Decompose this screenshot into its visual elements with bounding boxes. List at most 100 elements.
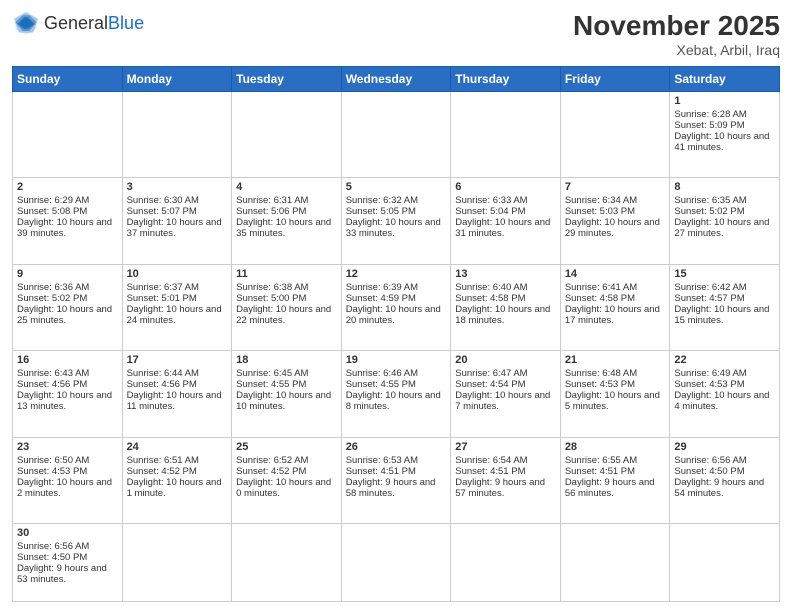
day-number: 18 <box>236 354 337 366</box>
calendar-body: 1Sunrise: 6:28 AMSunset: 5:09 PMDaylight… <box>13 92 780 602</box>
sunrise-text: Sunrise: 6:32 AM <box>346 195 418 206</box>
day-number: 21 <box>565 354 666 366</box>
header: GeneralBlue November 2025 Xebat, Arbil, … <box>12 10 780 58</box>
calendar-cell-2-2: 11Sunrise: 6:38 AMSunset: 5:00 PMDayligh… <box>232 264 342 350</box>
sunset-text: Sunset: 4:56 PM <box>127 379 197 390</box>
sunset-text: Sunset: 4:55 PM <box>236 379 306 390</box>
calendar-cell-2-6: 15Sunrise: 6:42 AMSunset: 4:57 PMDayligh… <box>670 264 780 350</box>
calendar-cell-0-6: 1Sunrise: 6:28 AMSunset: 5:09 PMDaylight… <box>670 92 780 178</box>
day-number: 19 <box>346 354 447 366</box>
calendar-cell-0-2 <box>232 92 342 178</box>
sunrise-text: Sunrise: 6:49 AM <box>674 368 746 379</box>
sunrise-text: Sunrise: 6:50 AM <box>17 455 89 466</box>
sunrise-text: Sunrise: 6:44 AM <box>127 368 199 379</box>
daylight-text: Daylight: 10 hours and 22 minutes. <box>236 304 331 326</box>
sunset-text: Sunset: 5:01 PM <box>127 293 197 304</box>
calendar-cell-4-5: 28Sunrise: 6:55 AMSunset: 4:51 PMDayligh… <box>560 437 670 523</box>
calendar-cell-4-0: 23Sunrise: 6:50 AMSunset: 4:53 PMDayligh… <box>13 437 123 523</box>
calendar-header-row: Sunday Monday Tuesday Wednesday Thursday… <box>13 67 780 92</box>
calendar-week-5: 30Sunrise: 6:56 AMSunset: 4:50 PMDayligh… <box>13 523 780 601</box>
calendar-cell-4-2: 25Sunrise: 6:52 AMSunset: 4:52 PMDayligh… <box>232 437 342 523</box>
calendar-cell-5-2 <box>232 523 342 601</box>
sunset-text: Sunset: 4:53 PM <box>565 379 635 390</box>
sunrise-text: Sunrise: 6:53 AM <box>346 455 418 466</box>
day-number: 13 <box>455 268 556 280</box>
logo-text: GeneralBlue <box>44 14 144 34</box>
sunrise-text: Sunrise: 6:34 AM <box>565 195 637 206</box>
daylight-text: Daylight: 9 hours and 54 minutes. <box>674 477 764 499</box>
calendar-cell-3-6: 22Sunrise: 6:49 AMSunset: 4:53 PMDayligh… <box>670 351 780 437</box>
calendar-cell-4-3: 26Sunrise: 6:53 AMSunset: 4:51 PMDayligh… <box>341 437 451 523</box>
sunset-text: Sunset: 5:05 PM <box>346 206 416 217</box>
daylight-text: Daylight: 10 hours and 33 minutes. <box>346 217 441 239</box>
daylight-text: Daylight: 10 hours and 2 minutes. <box>17 477 112 499</box>
daylight-text: Daylight: 10 hours and 10 minutes. <box>236 390 331 412</box>
daylight-text: Daylight: 10 hours and 11 minutes. <box>127 390 222 412</box>
calendar-cell-2-4: 13Sunrise: 6:40 AMSunset: 4:58 PMDayligh… <box>451 264 561 350</box>
calendar-cell-3-4: 20Sunrise: 6:47 AMSunset: 4:54 PMDayligh… <box>451 351 561 437</box>
daylight-text: Daylight: 10 hours and 41 minutes. <box>674 131 769 153</box>
sunset-text: Sunset: 4:56 PM <box>17 379 87 390</box>
title-block: November 2025 Xebat, Arbil, Iraq <box>573 10 780 58</box>
header-thursday: Thursday <box>451 67 561 92</box>
daylight-text: Daylight: 10 hours and 35 minutes. <box>236 217 331 239</box>
subtitle: Xebat, Arbil, Iraq <box>573 42 780 58</box>
day-number: 22 <box>674 354 775 366</box>
calendar-cell-5-0: 30Sunrise: 6:56 AMSunset: 4:50 PMDayligh… <box>13 523 123 601</box>
sunrise-text: Sunrise: 6:38 AM <box>236 282 308 293</box>
sunset-text: Sunset: 5:08 PM <box>17 206 87 217</box>
sunset-text: Sunset: 4:51 PM <box>455 466 525 477</box>
calendar-cell-3-5: 21Sunrise: 6:48 AMSunset: 4:53 PMDayligh… <box>560 351 670 437</box>
calendar-cell-5-5 <box>560 523 670 601</box>
calendar-week-1: 2Sunrise: 6:29 AMSunset: 5:08 PMDaylight… <box>13 178 780 264</box>
calendar-week-3: 16Sunrise: 6:43 AMSunset: 4:56 PMDayligh… <box>13 351 780 437</box>
daylight-text: Daylight: 9 hours and 57 minutes. <box>455 477 545 499</box>
day-number: 29 <box>674 441 775 453</box>
daylight-text: Daylight: 10 hours and 39 minutes. <box>17 217 112 239</box>
calendar-week-4: 23Sunrise: 6:50 AMSunset: 4:53 PMDayligh… <box>13 437 780 523</box>
sunrise-text: Sunrise: 6:43 AM <box>17 368 89 379</box>
page: GeneralBlue November 2025 Xebat, Arbil, … <box>0 0 792 612</box>
sunrise-text: Sunrise: 6:35 AM <box>674 195 746 206</box>
calendar-cell-4-6: 29Sunrise: 6:56 AMSunset: 4:50 PMDayligh… <box>670 437 780 523</box>
day-number: 17 <box>127 354 228 366</box>
daylight-text: Daylight: 10 hours and 29 minutes. <box>565 217 660 239</box>
calendar-cell-2-1: 10Sunrise: 6:37 AMSunset: 5:01 PMDayligh… <box>122 264 232 350</box>
daylight-text: Daylight: 10 hours and 31 minutes. <box>455 217 550 239</box>
daylight-text: Daylight: 10 hours and 27 minutes. <box>674 217 769 239</box>
day-number: 4 <box>236 181 337 193</box>
day-number: 26 <box>346 441 447 453</box>
day-number: 27 <box>455 441 556 453</box>
daylight-text: Daylight: 10 hours and 8 minutes. <box>346 390 441 412</box>
calendar-cell-0-1 <box>122 92 232 178</box>
sunrise-text: Sunrise: 6:42 AM <box>674 282 746 293</box>
calendar-cell-5-3 <box>341 523 451 601</box>
header-monday: Monday <box>122 67 232 92</box>
calendar-cell-1-3: 5 Sunrise: 6:32 AMSunset: 5:05 PMDaylight… <box>341 178 451 264</box>
sunrise-text: Sunrise: 6:37 AM <box>127 282 199 293</box>
sunrise-text: Sunrise: 6:48 AM <box>565 368 637 379</box>
sunset-text: Sunset: 5:02 PM <box>674 206 744 217</box>
sunrise-text: Sunrise: 6:36 AM <box>17 282 89 293</box>
sunset-text: Sunset: 4:52 PM <box>236 466 306 477</box>
sunrise-text: Sunrise: 6:54 AM <box>455 455 527 466</box>
calendar-cell-1-4: 6Sunrise: 6:33 AMSunset: 5:04 PMDaylight… <box>451 178 561 264</box>
calendar-table: Sunday Monday Tuesday Wednesday Thursday… <box>12 66 780 602</box>
calendar-cell-0-4 <box>451 92 561 178</box>
sunset-text: Sunset: 4:54 PM <box>455 379 525 390</box>
daylight-text: Daylight: 10 hours and 4 minutes. <box>674 390 769 412</box>
sunset-text: Sunset: 5:07 PM <box>127 206 197 217</box>
sunrise-text: Sunrise: 6:39 AM <box>346 282 418 293</box>
sunset-text: Sunset: 4:58 PM <box>565 293 635 304</box>
daylight-text: Daylight: 9 hours and 58 minutes. <box>346 477 436 499</box>
calendar-cell-1-5: 7Sunrise: 6:34 AMSunset: 5:03 PMDaylight… <box>560 178 670 264</box>
day-number: 10 <box>127 268 228 280</box>
calendar-cell-4-4: 27 Sunrise: 6:54 AMSunset: 4:51 PMDayligh… <box>451 437 561 523</box>
logo-icon <box>12 10 40 38</box>
sunrise-text: Sunrise: 6:45 AM <box>236 368 308 379</box>
day-number: 5 <box>346 181 447 193</box>
calendar-cell-5-4 <box>451 523 561 601</box>
day-number: 3 <box>127 181 228 193</box>
calendar-cell-3-3: 19Sunrise: 6:46 AMSunset: 4:55 PMDayligh… <box>341 351 451 437</box>
sunrise-text: Sunrise: 6:46 AM <box>346 368 418 379</box>
